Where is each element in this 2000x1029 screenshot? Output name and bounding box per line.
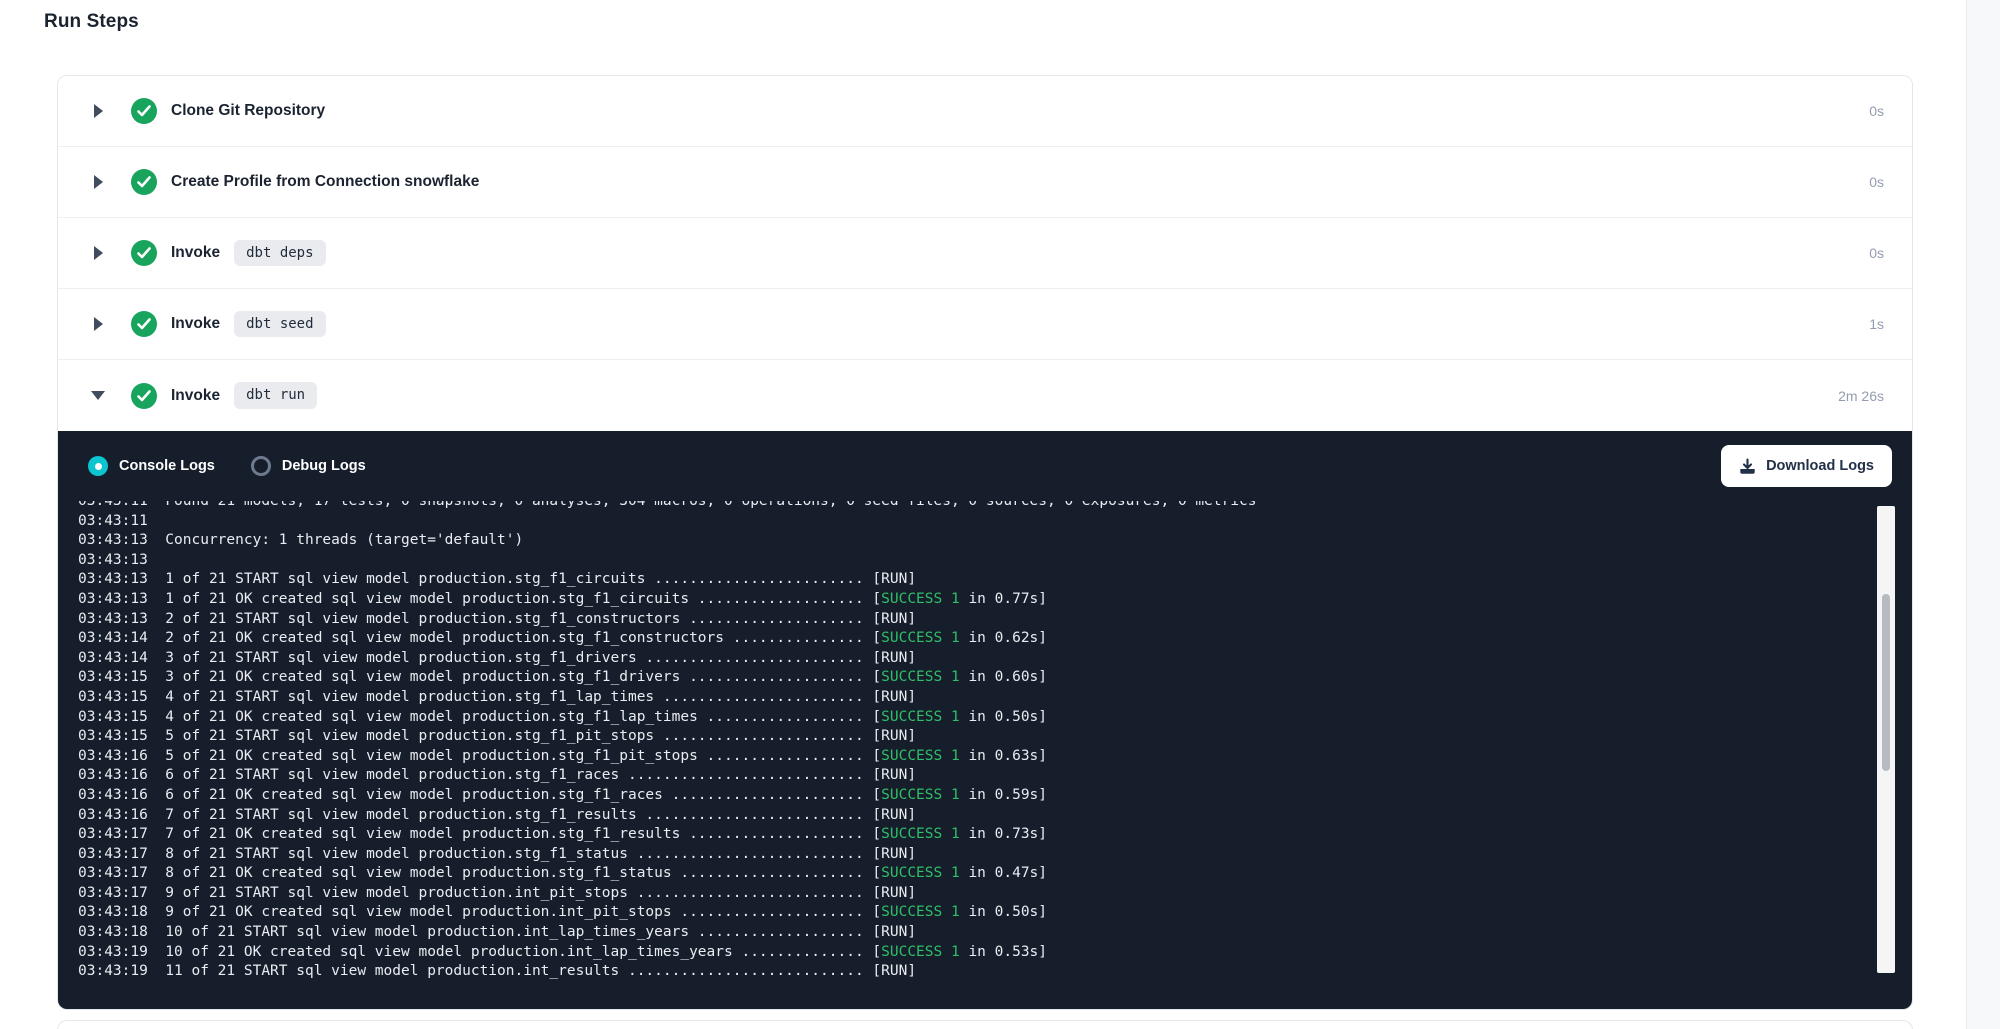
success-check-icon <box>131 169 157 195</box>
step-title: Create Profile from Connection snowflake <box>171 173 479 191</box>
tab-label: Debug Logs <box>282 458 366 474</box>
log-line: 03:43:16 7 of 21 START sql view model pr… <box>78 806 1912 826</box>
log-line: 03:43:19 11 of 21 START sql view model p… <box>78 962 1912 982</box>
step-row-invoke-dbt-run[interactable]: Invoke dbt run 2m 26s <box>58 360 1912 431</box>
log-line: 03:43:15 5 of 21 START sql view model pr… <box>78 727 1912 747</box>
log-line: 03:43:15 4 of 21 OK created sql view mod… <box>78 708 1912 728</box>
step-duration: 1s <box>1869 316 1884 332</box>
log-content: 03:43:11 Found 21 models, 17 tests, 0 sn… <box>78 501 1912 982</box>
log-line: 03:43:17 8 of 21 START sql view model pr… <box>78 845 1912 865</box>
log-line: 03:43:18 10 of 21 START sql view model p… <box>78 923 1912 943</box>
log-line: 03:43:13 2 of 21 START sql view model pr… <box>78 610 1912 630</box>
log-line: 03:43:13 Concurrency: 1 threads (target=… <box>78 531 1912 551</box>
scrollbar-track[interactable] <box>1877 506 1895 973</box>
radio-selected-icon <box>88 456 108 476</box>
log-line: 03:43:15 3 of 21 OK created sql view mod… <box>78 668 1912 688</box>
tab-label: Console Logs <box>119 458 215 474</box>
log-line: 03:43:16 5 of 21 OK created sql view mod… <box>78 747 1912 767</box>
log-line: 03:43:13 1 of 21 OK created sql view mod… <box>78 590 1912 610</box>
log-line: 03:43:16 6 of 21 START sql view model pr… <box>78 766 1912 786</box>
next-card-top-edge <box>57 1020 1913 1029</box>
success-check-icon <box>131 383 157 409</box>
step-title: Invoke <box>171 387 220 405</box>
step-row-invoke-dbt-seed[interactable]: Invoke dbt seed 1s <box>58 289 1912 360</box>
step-title: Invoke <box>171 244 220 262</box>
scrollbar-thumb[interactable] <box>1882 594 1890 771</box>
log-scroll-area[interactable]: 03:43:11 Found 21 models, 17 tests, 0 sn… <box>58 501 1912 1009</box>
log-line: 03:43:14 2 of 21 OK created sql view mod… <box>78 629 1912 649</box>
step-title: Invoke <box>171 315 220 333</box>
command-badge: dbt deps <box>234 240 325 267</box>
success-check-icon <box>131 98 157 124</box>
success-check-icon <box>131 240 157 266</box>
step-row-invoke-dbt-deps[interactable]: Invoke dbt deps 0s <box>58 218 1912 289</box>
download-logs-label: Download Logs <box>1766 458 1874 474</box>
radio-unselected-icon <box>251 456 271 476</box>
chevron-right-icon <box>92 104 104 118</box>
step-duration: 2m 26s <box>1838 388 1884 404</box>
run-steps-card: Clone Git Repository 0s Create Profile f… <box>57 75 1913 1010</box>
log-line: 03:43:14 3 of 21 START sql view model pr… <box>78 649 1912 669</box>
chevron-right-icon <box>92 246 104 260</box>
log-line: 03:43:15 4 of 21 START sql view model pr… <box>78 688 1912 708</box>
log-line: 03:43:13 <box>78 551 1912 571</box>
chevron-right-icon <box>92 175 104 189</box>
step-duration: 0s <box>1869 174 1884 190</box>
tab-console-logs[interactable]: Console Logs <box>88 456 215 476</box>
log-line: 03:43:17 9 of 21 START sql view model pr… <box>78 884 1912 904</box>
success-check-icon <box>131 311 157 337</box>
log-line: 03:43:19 10 of 21 OK created sql view mo… <box>78 943 1912 963</box>
log-line: 03:43:11 Found 21 models, 17 tests, 0 sn… <box>78 501 1912 512</box>
command-badge: dbt seed <box>234 311 325 338</box>
log-line: 03:43:17 7 of 21 OK created sql view mod… <box>78 825 1912 845</box>
page-right-gutter <box>1966 0 2000 1029</box>
tab-debug-logs[interactable]: Debug Logs <box>251 456 366 476</box>
step-row-create-profile[interactable]: Create Profile from Connection snowflake… <box>58 147 1912 218</box>
page-title: Run Steps <box>44 11 139 33</box>
download-icon <box>1739 458 1756 475</box>
log-line: 03:43:11 <box>78 512 1912 532</box>
step-duration: 0s <box>1869 245 1884 261</box>
console-log-panel: Console Logs Debug Logs Download Logs 03… <box>58 431 1912 1009</box>
chevron-right-icon <box>92 317 104 331</box>
log-line: 03:43:13 1 of 21 START sql view model pr… <box>78 570 1912 590</box>
log-line: 03:43:16 6 of 21 OK created sql view mod… <box>78 786 1912 806</box>
log-line: 03:43:18 9 of 21 OK created sql view mod… <box>78 903 1912 923</box>
download-logs-button[interactable]: Download Logs <box>1721 445 1892 487</box>
command-badge: dbt run <box>234 382 317 409</box>
chevron-down-icon <box>92 391 104 400</box>
step-duration: 0s <box>1869 103 1884 119</box>
step-title: Clone Git Repository <box>171 102 325 120</box>
console-header: Console Logs Debug Logs Download Logs <box>58 431 1912 501</box>
log-line: 03:43:17 8 of 21 OK created sql view mod… <box>78 864 1912 884</box>
step-row-clone-git-repository[interactable]: Clone Git Repository 0s <box>58 76 1912 147</box>
